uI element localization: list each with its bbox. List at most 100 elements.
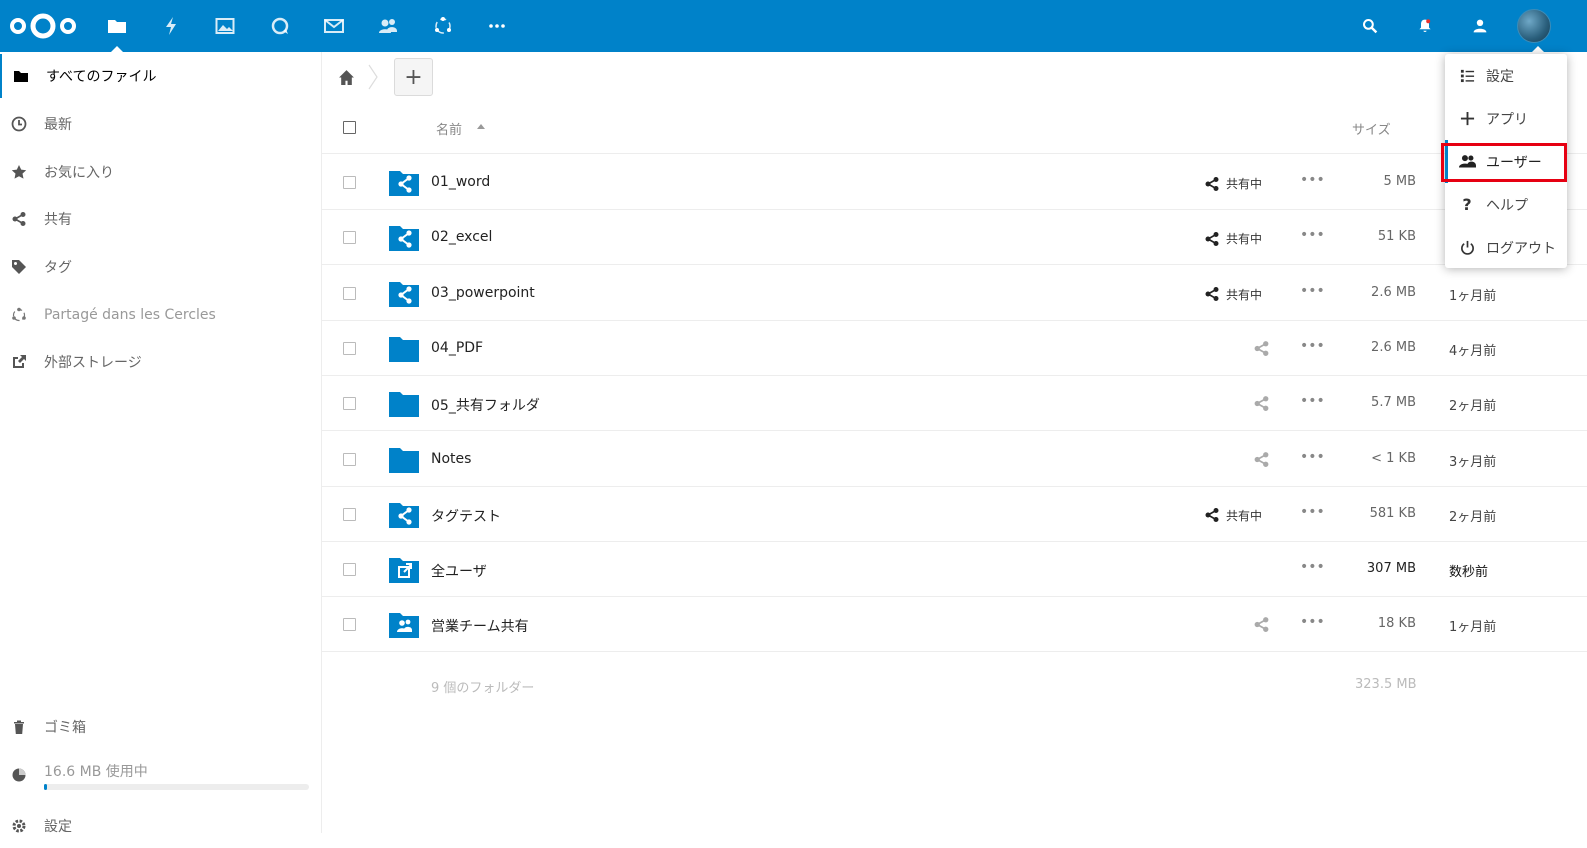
file-name[interactable]: 全ユーザ: [431, 561, 487, 581]
nav-settings[interactable]: 設定: [0, 804, 321, 848]
contacts-menu-icon[interactable]: [1469, 15, 1491, 37]
share-icon[interactable]: [1253, 340, 1270, 357]
more-actions-icon[interactable]: •••: [1300, 283, 1325, 299]
folder-icon[interactable]: [388, 388, 420, 418]
file-name[interactable]: タグテスト: [431, 506, 501, 526]
gallery-icon[interactable]: [213, 14, 237, 38]
table-row[interactable]: タグテスト 共有中 ••• 581 KB 2ヶ月前: [322, 487, 1587, 542]
table-row[interactable]: 01_word 共有中 ••• 5 MB: [322, 155, 1587, 210]
folder-icon[interactable]: [388, 278, 420, 308]
folder-icon[interactable]: [388, 499, 420, 529]
row-checkbox[interactable]: [343, 563, 356, 577]
share-indicator[interactable]: 共有中: [1204, 286, 1262, 303]
folder-icon[interactable]: [388, 444, 420, 474]
folder-icon[interactable]: [388, 554, 420, 584]
file-name[interactable]: 02_excel: [431, 229, 492, 245]
menu-item-apps[interactable]: アプリ: [1445, 97, 1567, 140]
new-file-button[interactable]: +: [394, 58, 433, 96]
file-name[interactable]: 営業チーム共有: [431, 616, 529, 636]
user-avatar[interactable]: [1517, 9, 1551, 43]
file-size: < 1 KB: [1371, 450, 1416, 466]
more-actions-icon[interactable]: •••: [1300, 614, 1325, 630]
row-checkbox[interactable]: [343, 176, 356, 189]
file-modified: 1ヶ月前: [1449, 288, 1497, 304]
folder-icon[interactable]: [388, 609, 420, 639]
contacts-icon[interactable]: [376, 14, 400, 38]
nav-circles[interactable]: Partagé dans les Cercles: [0, 293, 321, 337]
file-size: 2.6 MB: [1371, 284, 1416, 300]
nav-all-files[interactable]: すべてのファイル: [0, 54, 321, 98]
quota-label: 16.6 MB 使用中: [44, 764, 148, 780]
share-indicator[interactable]: 共有中: [1204, 230, 1262, 247]
more-actions-icon[interactable]: •••: [1300, 338, 1325, 354]
file-modified: 3ヶ月前: [1449, 454, 1497, 470]
mail-icon[interactable]: [322, 14, 346, 38]
more-actions-icon[interactable]: •••: [1300, 449, 1325, 465]
app-navigation: すべてのファイル 最新 お気に入り 共有 タグ Partagé dans les…: [0, 52, 322, 835]
nav-favorites[interactable]: お気に入り: [0, 150, 321, 194]
trash-label: ゴミ箱: [44, 720, 86, 736]
nav-recent[interactable]: 最新: [0, 102, 321, 146]
nav-trash[interactable]: ゴミ箱: [0, 705, 321, 749]
notifications-icon[interactable]: [1414, 15, 1436, 37]
activity-icon[interactable]: [159, 14, 183, 38]
folder-icon[interactable]: [388, 333, 420, 363]
row-checkbox[interactable]: [343, 341, 356, 355]
menu-label: 設定: [1486, 68, 1514, 85]
search-icon[interactable]: [1359, 15, 1381, 37]
table-row[interactable]: 全ユーザ ••• 307 MB 数秒前: [322, 542, 1587, 598]
column-name-header[interactable]: 名前: [436, 119, 462, 138]
select-all-checkbox[interactable]: [343, 121, 356, 134]
highlight-box: [1441, 143, 1567, 182]
share-icon[interactable]: [1253, 616, 1270, 633]
breadcrumb-separator: [368, 64, 378, 90]
nextcloud-logo-icon[interactable]: [8, 12, 78, 40]
file-name[interactable]: 03_powerpoint: [431, 285, 535, 301]
share-icon: [1205, 287, 1219, 302]
share-icon[interactable]: [1253, 395, 1270, 412]
nav-external-storage[interactable]: 外部ストレージ: [0, 340, 321, 384]
file-modified: 2ヶ月前: [1449, 509, 1497, 525]
shared-label: 共有中: [1226, 508, 1263, 523]
file-name[interactable]: 01_word: [431, 174, 490, 190]
table-row[interactable]: 営業チーム共有 ••• 18 KB 1ヶ月前: [322, 597, 1587, 653]
row-checkbox[interactable]: [343, 397, 356, 411]
file-size: 5.7 MB: [1371, 395, 1416, 411]
talk-icon[interactable]: [268, 14, 292, 38]
table-row[interactable]: 02_excel 共有中 ••• 51 KB: [322, 210, 1587, 266]
menu-item-logout[interactable]: ログアウト: [1445, 226, 1567, 269]
file-name[interactable]: 04_PDF: [431, 340, 483, 356]
table-row[interactable]: 03_powerpoint 共有中 ••• 2.6 MB 1ヶ月前: [322, 266, 1587, 321]
table-row[interactable]: Notes ••• < 1 KB 3ヶ月前: [322, 432, 1587, 487]
more-actions-icon[interactable]: •••: [1300, 227, 1325, 243]
more-actions-icon[interactable]: •••: [1300, 504, 1325, 520]
row-checkbox[interactable]: [343, 507, 356, 521]
row-checkbox[interactable]: [343, 452, 356, 466]
nav-tags[interactable]: タグ: [0, 245, 321, 289]
external-link-icon: [10, 353, 28, 371]
row-checkbox[interactable]: [343, 231, 356, 245]
row-checkbox[interactable]: [343, 286, 356, 300]
share-indicator[interactable]: 共有中: [1204, 507, 1262, 524]
file-name[interactable]: 05_共有フォルダ: [431, 395, 540, 415]
share-icon[interactable]: [1253, 451, 1270, 468]
table-row[interactable]: 05_共有フォルダ ••• 5.7 MB 2ヶ月前: [322, 376, 1587, 432]
row-checkbox[interactable]: [343, 618, 356, 632]
nav-shares[interactable]: 共有: [0, 197, 321, 241]
circles-icon[interactable]: [431, 14, 455, 38]
more-apps-icon[interactable]: [485, 14, 509, 38]
menu-item-help[interactable]: ? ヘルプ: [1445, 183, 1567, 226]
files-icon[interactable]: [105, 14, 129, 52]
share-indicator[interactable]: 共有中: [1204, 175, 1262, 192]
file-name[interactable]: Notes: [431, 451, 471, 467]
more-actions-icon[interactable]: •••: [1300, 393, 1325, 409]
more-actions-icon[interactable]: •••: [1300, 172, 1325, 188]
column-size-header[interactable]: サイズ: [1352, 119, 1391, 138]
folder-icon[interactable]: [388, 167, 420, 197]
folder-icon[interactable]: [388, 222, 420, 252]
home-icon[interactable]: [336, 67, 356, 87]
menu-item-settings[interactable]: 設定: [1445, 54, 1567, 97]
table-row[interactable]: 04_PDF ••• 2.6 MB 4ヶ月前: [322, 321, 1587, 376]
file-size: 2.6 MB: [1371, 339, 1416, 355]
more-actions-icon[interactable]: •••: [1300, 559, 1325, 575]
